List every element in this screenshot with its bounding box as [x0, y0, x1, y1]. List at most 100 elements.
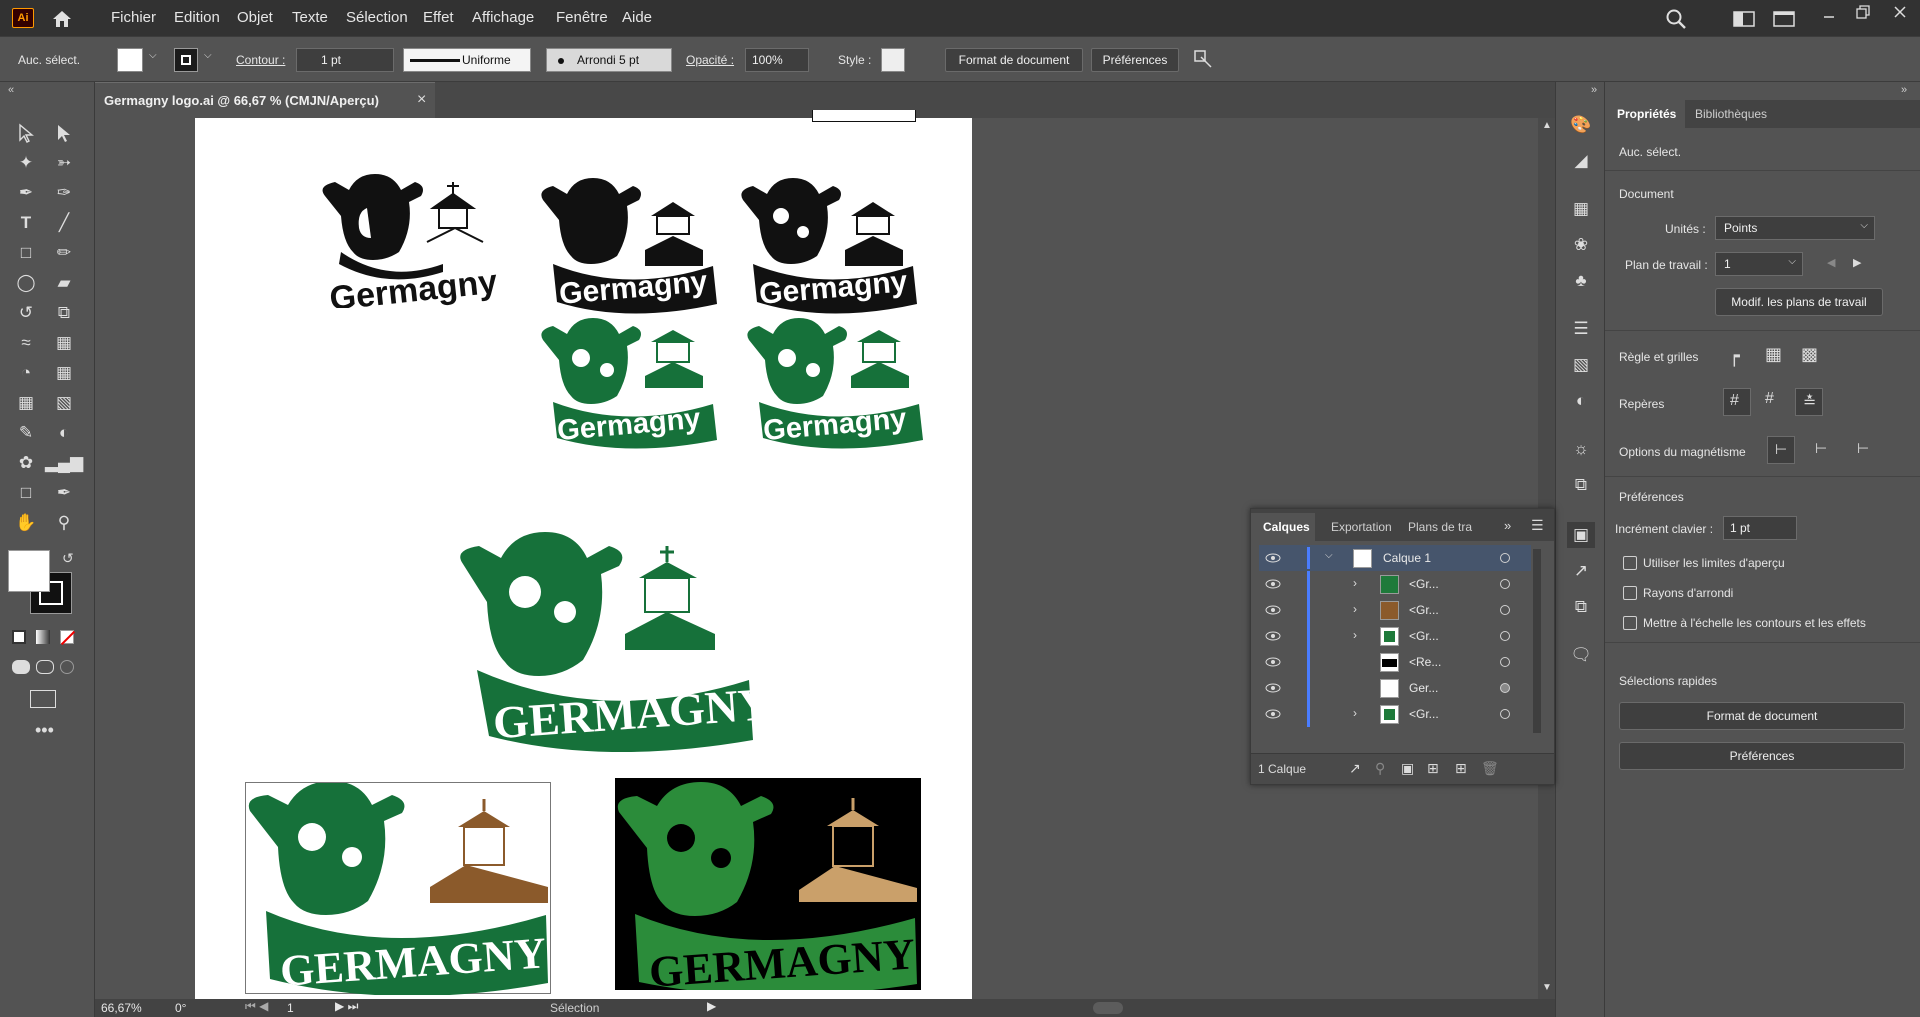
transparency-panel-icon[interactable]: ◐	[1567, 388, 1595, 414]
document-setup-button[interactable]: Format de document	[945, 48, 1083, 72]
status-menu-icon[interactable]: ▶	[707, 999, 716, 1013]
visibility-eye-icon[interactable]	[1265, 553, 1281, 563]
draw-inside-icon[interactable]	[60, 660, 74, 674]
preview-bounds-checkbox[interactable]	[1623, 556, 1637, 570]
artboard-tool-icon[interactable]: □	[12, 480, 40, 506]
color-guide-icon[interactable]: ◢	[1567, 148, 1595, 174]
tab-asset-export[interactable]: Exportation	[1331, 520, 1392, 534]
rectangle-tool-icon[interactable]: □	[12, 240, 40, 266]
panel-menu-icon[interactable]: ☰	[1531, 517, 1544, 534]
asset-export-icon[interactable]: ↗	[1567, 558, 1595, 584]
gradient-mode-icon[interactable]	[36, 630, 50, 644]
tab-layers[interactable]: Calques	[1251, 513, 1315, 541]
target-circle-icon[interactable]	[1500, 605, 1510, 615]
swatches-icon[interactable]: ▦	[1567, 196, 1595, 222]
menu-aide[interactable]: Aide	[622, 9, 652, 26]
round-corners-checkbox[interactable]	[1623, 586, 1637, 600]
layer-row[interactable]: › <Gr...	[1259, 597, 1531, 623]
layer-name[interactable]: <Gr...	[1409, 629, 1439, 643]
comments-icon[interactable]: 🗨	[1567, 642, 1595, 668]
close-tab-icon[interactable]: ×	[417, 91, 426, 109]
stroke-weight-field[interactable]: 1 pt	[296, 48, 394, 72]
layer-name[interactable]: <Re...	[1409, 655, 1441, 669]
snap-pixel-icon[interactable]: ⊢	[1815, 440, 1827, 457]
draw-behind-icon[interactable]	[36, 660, 54, 674]
blend-tool-icon[interactable]: ◐	[50, 420, 78, 446]
layers-panel-icon[interactable]: ▣	[1567, 522, 1595, 548]
collapse-panel-icon[interactable]: »	[1901, 84, 1907, 96]
target-circle-icon[interactable]	[1500, 657, 1510, 667]
layer-row[interactable]: Ger...	[1259, 675, 1531, 701]
layer-row-calque1[interactable]: ⌵ Calque 1	[1259, 545, 1531, 571]
graphic-styles-icon[interactable]: ⧉	[1567, 472, 1595, 498]
more-tools-icon[interactable]: •••	[35, 720, 54, 741]
layer-name[interactable]: <Gr...	[1409, 707, 1439, 721]
shaper-tool-icon[interactable]: ◯	[12, 270, 40, 296]
layer-row[interactable]: <Re...	[1259, 649, 1531, 675]
smart-guides-icon[interactable]: ≛	[1795, 388, 1823, 416]
rotate-tool-icon[interactable]: ↺	[12, 300, 40, 326]
horizontal-scroll-thumb[interactable]	[1093, 1002, 1123, 1014]
locate-object-icon[interactable]: ⚲	[1375, 760, 1385, 777]
preferences-button[interactable]: Préférences	[1091, 48, 1179, 72]
target-circle-icon[interactable]	[1500, 579, 1510, 589]
layer-name[interactable]: Ger...	[1409, 681, 1438, 695]
magic-wand-icon[interactable]: ✦	[12, 150, 40, 176]
menu-fichier[interactable]: Fichier	[111, 9, 156, 26]
layer-name[interactable]: <Gr...	[1409, 577, 1439, 591]
transparency-grid-icon[interactable]: ▩	[1801, 344, 1818, 365]
export-icon[interactable]: ↗	[1349, 760, 1361, 777]
logo-frame-white[interactable]: GERMAGNY	[245, 782, 551, 995]
collapse-icon[interactable]: «	[8, 84, 14, 96]
first-artboard-icon[interactable]: ⏮ ◀	[245, 999, 268, 1014]
visibility-eye-icon[interactable]	[1265, 631, 1281, 641]
logo-green-1[interactable]: Germagny	[537, 318, 727, 450]
slice-tool-icon[interactable]: ✒	[50, 480, 78, 506]
keyboard-increment-field[interactable]: 1 pt	[1723, 516, 1797, 540]
visibility-eye-icon[interactable]	[1265, 683, 1281, 693]
chevron-down-icon[interactable]: ⌵	[149, 50, 157, 61]
brushes-icon[interactable]: ❀	[1567, 232, 1595, 258]
free-transform-icon[interactable]: ▦	[50, 330, 78, 356]
zoom-level[interactable]: 66,67%	[101, 1001, 142, 1015]
perspective-grid-icon[interactable]: ▦	[50, 360, 78, 386]
arrange-documents-icon[interactable]	[1773, 10, 1795, 28]
menu-fenetre[interactable]: Fenêtre	[556, 9, 608, 26]
workspace-icon[interactable]	[1733, 11, 1755, 27]
logo-black-banner-1[interactable]: Germagny	[537, 174, 727, 314]
line-tool-icon[interactable]: ╱	[50, 210, 78, 236]
style-swatch[interactable]	[881, 48, 905, 72]
visibility-eye-icon[interactable]	[1265, 657, 1281, 667]
menu-texte[interactable]: Texte	[292, 9, 328, 26]
chevron-down-icon[interactable]: ⌵	[204, 50, 212, 61]
shape-builder-icon[interactable]: ◔	[12, 360, 40, 386]
artboards-panel-icon[interactable]: ⧉	[1567, 594, 1595, 620]
menu-objet[interactable]: Objet	[237, 9, 273, 26]
none-mode-icon[interactable]	[60, 630, 76, 646]
warp-tool-icon[interactable]: ≈	[12, 330, 40, 356]
scale-strokes-checkbox[interactable]	[1623, 616, 1637, 630]
draw-normal-icon[interactable]	[12, 660, 30, 674]
rotation-value[interactable]: 0°	[175, 1001, 186, 1015]
paintbrush-icon[interactable]: ✏	[50, 240, 78, 266]
visibility-eye-icon[interactable]	[1265, 579, 1281, 589]
menu-edition[interactable]: Edition	[174, 9, 220, 26]
edit-artboards-button[interactable]: Modif. les plans de travail	[1715, 288, 1883, 316]
chevron-right-icon[interactable]: ›	[1353, 602, 1357, 616]
menu-affichage[interactable]: Affichage	[472, 9, 534, 26]
scale-tool-icon[interactable]: ⧉	[50, 300, 78, 326]
symbol-sprayer-icon[interactable]: ✿	[12, 450, 40, 476]
color-panel-icon[interactable]: 🎨	[1567, 112, 1595, 138]
symbols-icon[interactable]: ♣	[1567, 268, 1595, 294]
logo-black-banner-2[interactable]: Germagny	[737, 174, 927, 314]
visibility-eye-icon[interactable]	[1265, 709, 1281, 719]
chevron-down-icon[interactable]: ⌵	[1325, 550, 1333, 561]
zoom-tool-icon[interactable]: ⚲	[50, 510, 78, 536]
mesh-tool-icon[interactable]: ▦	[12, 390, 40, 416]
snap-point-icon[interactable]: ⊢	[1767, 436, 1795, 464]
gradient-tool-icon[interactable]: ▧	[50, 390, 78, 416]
gradient-panel-icon[interactable]: ▧	[1567, 352, 1595, 378]
units-select[interactable]: Points ⌵	[1715, 216, 1875, 240]
quick-document-setup-button[interactable]: Format de document	[1619, 702, 1905, 730]
stroke-profile-select[interactable]: Uniforme	[403, 48, 531, 72]
